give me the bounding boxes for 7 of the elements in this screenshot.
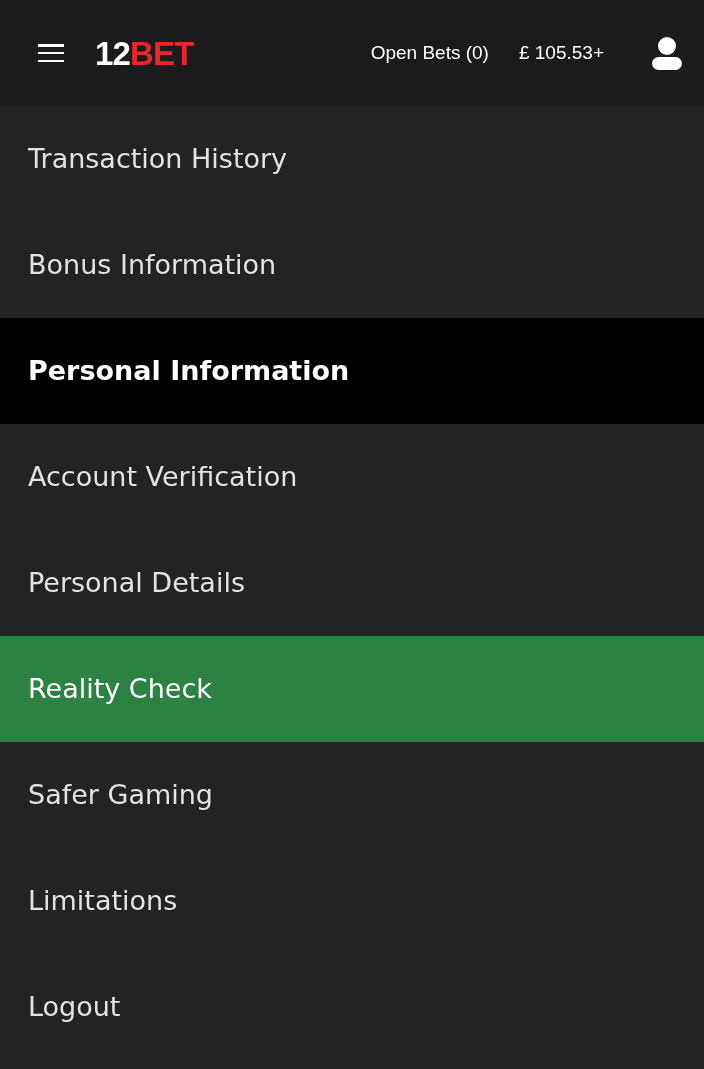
open-bets-link[interactable]: Open Bets (0) — [370, 38, 489, 68]
balance[interactable]: £ 105.53+ — [518, 38, 604, 68]
section-heading: Personal Information — [0, 318, 704, 424]
logo[interactable]: 12BET — [95, 36, 194, 70]
menu-icon[interactable] — [38, 43, 64, 63]
menu-item[interactable]: Reality Check — [0, 636, 704, 742]
user-icon[interactable] — [652, 36, 682, 70]
